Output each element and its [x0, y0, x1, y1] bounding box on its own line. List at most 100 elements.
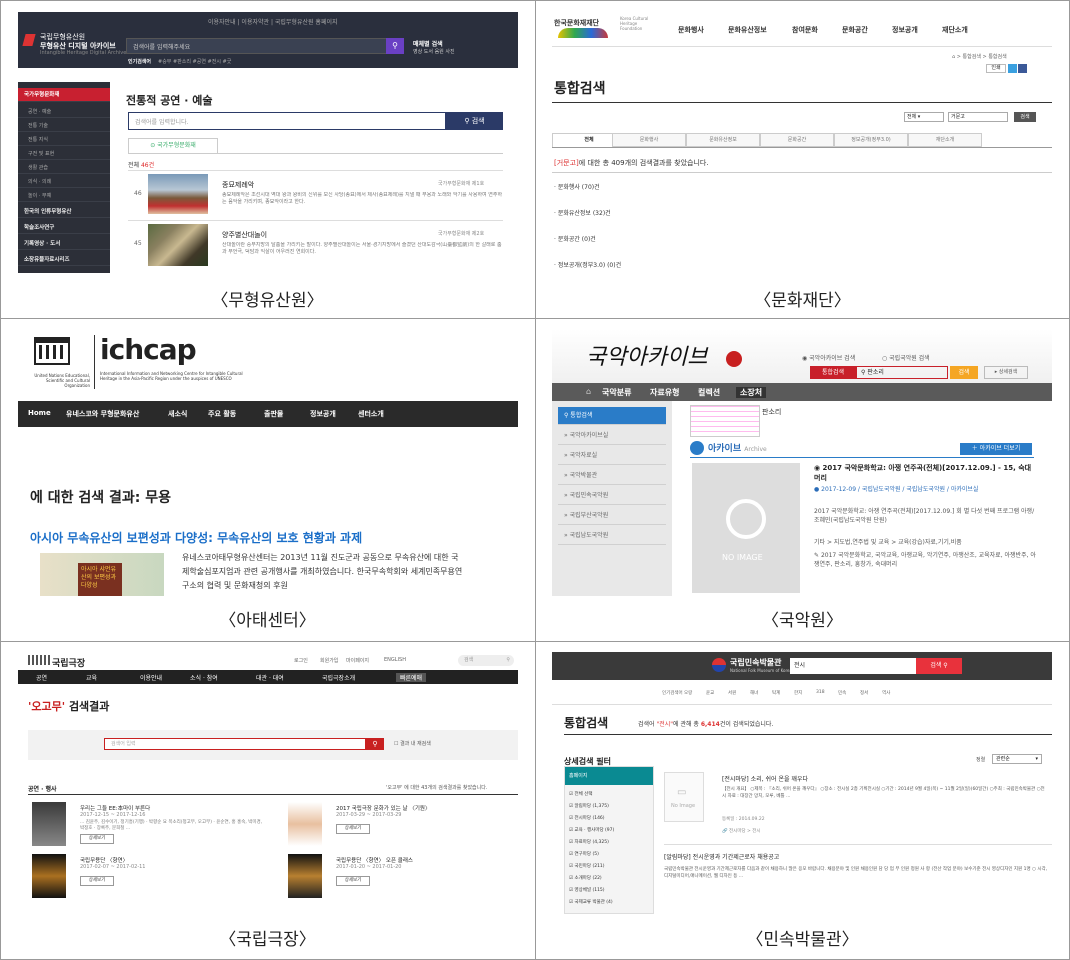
logo[interactable]: 한국문화재재단: [554, 18, 599, 28]
nav-item[interactable]: 유네스코와 무형문화유산: [66, 409, 139, 419]
detail-button[interactable]: 상세보기: [336, 876, 370, 886]
search-input[interactable]: 검색어를 입력해주세요: [126, 38, 404, 54]
archive-more-button[interactable]: ＋ 아카이브 더보기: [960, 443, 1032, 455]
top-links[interactable]: 이용자안내 | 이용자약관 | 국립무형유산원 홈페이지: [208, 17, 338, 26]
popular-keyword[interactable]: 정서: [860, 690, 868, 696]
popular-keyword[interactable]: 역사: [882, 690, 890, 696]
sidebar-item[interactable]: 생활 관습: [18, 162, 110, 174]
popular-keyword[interactable]: 민속: [838, 690, 846, 696]
search-input[interactable]: ⚲ 판소리: [856, 366, 948, 379]
sidebar-item[interactable]: » 국악박물관: [558, 467, 666, 485]
article-thumbnail[interactable]: 아시아 샤먼유산의 보편성과 다양성: [40, 553, 164, 596]
nav-item[interactable]: 교육: [86, 673, 97, 682]
logo[interactable]: 국립극장: [52, 656, 85, 669]
popular-keyword[interactable]: 한지: [794, 690, 802, 696]
search-button[interactable]: ⚲: [366, 738, 384, 750]
tab-national-heritage[interactable]: ⊙ 국가무형문화재: [128, 138, 218, 153]
popular-keyword[interactable]: 318: [816, 690, 825, 695]
tab[interactable]: 정보공개(정부3.0): [834, 133, 908, 147]
category-count[interactable]: · 정보공개(정부3.0) (0)건: [554, 260, 621, 269]
top-link[interactable]: 마이페이지: [346, 657, 369, 664]
nav-item[interactable]: 공연: [36, 673, 47, 682]
filter-checkbox[interactable]: ☑ 전체 선택: [569, 791, 592, 797]
item-title[interactable]: 2017 국립극장 문화가 있는 날 〈기원〉: [336, 804, 430, 812]
twitter-icon[interactable]: [1008, 64, 1017, 73]
nav-item[interactable]: 재단소개: [942, 25, 968, 35]
category-count[interactable]: · 문화행사 (70)건: [554, 182, 600, 191]
top-link[interactable]: 회원가입: [320, 657, 338, 664]
top-search-input[interactable]: 검색 ⚲: [458, 655, 514, 666]
item1-title[interactable]: 종묘제례악: [222, 180, 254, 190]
item1-thumbnail[interactable]: [148, 174, 208, 214]
search-within-checkbox[interactable]: ☐ 결과 내 재검색: [394, 740, 431, 747]
nav-item[interactable]: 대관 · 대여: [256, 673, 284, 682]
detail-button[interactable]: 상세보기: [80, 834, 114, 844]
popular-keyword[interactable]: 탁계: [772, 690, 780, 696]
item-thumbnail[interactable]: [288, 854, 322, 898]
tab[interactable]: 문화행사: [612, 133, 686, 147]
filter-checkbox[interactable]: ☑ 전시마당 (146): [569, 815, 605, 821]
nav-item[interactable]: 소장처: [736, 387, 767, 398]
sidebar-item[interactable]: ⚲ 통합검색: [558, 407, 666, 425]
sidebar-item[interactable]: » 국립민속국악원: [558, 487, 666, 505]
popular-keyword[interactable]: 서원: [728, 690, 736, 696]
sidebar-item[interactable]: 전통 기술: [18, 120, 110, 132]
content-search-button[interactable]: ⚲ 검색: [446, 112, 503, 130]
category-count[interactable]: · 문화유산정보 (32)건: [554, 208, 611, 217]
tab[interactable]: 문화공간: [760, 133, 834, 147]
detail-button[interactable]: 상세보기: [80, 876, 114, 886]
sidebar-item[interactable]: 국가무형문화재: [18, 88, 110, 102]
result2-title[interactable]: [알림마당] 전시운영과 기간제근로자 채용공고: [664, 852, 779, 861]
sidebar-item[interactable]: 의식 · 의례: [18, 176, 110, 188]
nav-item[interactable]: 소식 · 참여: [190, 673, 218, 682]
nav-item[interactable]: Home: [28, 409, 51, 417]
media-search-items[interactable]: 영상 도서 음원 사진: [413, 48, 455, 55]
popular-keywords[interactable]: #승무 #판소리 #공연 #전시 #굿: [158, 58, 231, 65]
search-button[interactable]: 검색: [950, 366, 978, 379]
detail-search-button[interactable]: ▸ 상세검색: [984, 366, 1028, 379]
nav-item[interactable]: 문화공간: [842, 25, 868, 35]
facebook-icon[interactable]: [1018, 64, 1027, 73]
popular-keyword[interactable]: 오랑: [684, 690, 692, 696]
search-input[interactable]: 거문고: [948, 112, 1008, 122]
sidebar-item[interactable]: 한국의 인류무형유산: [18, 206, 110, 218]
sidebar-item[interactable]: 소장유물자료시리즈: [18, 254, 110, 266]
sidebar-item[interactable]: » 국립남도국악원: [558, 527, 666, 545]
sidebar-item[interactable]: » 국악아카이브실: [558, 427, 666, 445]
top-link[interactable]: 로그인: [294, 657, 308, 664]
nav-item[interactable]: 문화행사: [678, 25, 704, 35]
item2-title[interactable]: 양주별산대놀이: [222, 230, 267, 240]
item-thumbnail[interactable]: [288, 802, 322, 846]
logo[interactable]: 국악아카이브: [586, 339, 707, 371]
logo[interactable]: 국립민속박물관: [730, 657, 782, 668]
item-title[interactable]: 국립무용단 〈향연〉: [80, 856, 128, 864]
result1-link[interactable]: 🔗 전시마당 > 전시: [722, 828, 761, 834]
nav-item[interactable]: 컬렉션: [698, 387, 720, 398]
content-search-input[interactable]: 검색어를 입력합니다.: [128, 112, 446, 130]
sort-select[interactable]: 관련순 ▾: [992, 754, 1042, 764]
popular-keyword[interactable]: 인기검색어: [662, 690, 683, 696]
nav-item[interactable]: 국악분류: [602, 387, 631, 398]
item-title[interactable]: 국립무용단 〈향연〉 오픈 클래스: [336, 856, 413, 864]
result1-title[interactable]: [전시마당] 소리, 쉬어 온을 깨우다: [722, 774, 808, 783]
sidebar-item[interactable]: » 국악자료실: [558, 447, 666, 465]
nav-item[interactable]: 출판물: [264, 409, 283, 419]
item-title[interactable]: 우리는 그들 EE:本마이 부른다: [80, 804, 150, 812]
search-button[interactable]: 검색 ⚲: [916, 658, 962, 674]
detail-button[interactable]: 상세보기: [336, 824, 370, 834]
search-button[interactable]: 검색: [1014, 112, 1036, 122]
sidebar-item[interactable]: 놀이 · 무예: [18, 190, 110, 202]
sidebar-item[interactable]: 구전 및 표현: [18, 148, 110, 160]
popular-keyword[interactable]: 해녀: [750, 690, 758, 696]
item-thumbnail[interactable]: [32, 854, 66, 898]
item-thumbnail[interactable]: [32, 802, 66, 846]
filter-checkbox[interactable]: ☑ 영상체널 (115): [569, 887, 605, 893]
ichcap-logo[interactable]: ichcap: [100, 333, 197, 366]
category-count[interactable]: · 문화공간 (0)건: [554, 234, 596, 243]
sidebar-item[interactable]: » 국립부산국악원: [558, 507, 666, 525]
article-title[interactable]: 아시아 무속유산의 보편성과 다양성: 무속유산의 보호 현황과 과제: [30, 529, 362, 546]
popular-keyword[interactable]: 윤교: [706, 690, 714, 696]
item2-thumbnail[interactable]: [148, 224, 208, 266]
nav-item[interactable]: 센터소개: [358, 409, 384, 419]
nav-item[interactable]: 참여문화: [792, 25, 818, 35]
